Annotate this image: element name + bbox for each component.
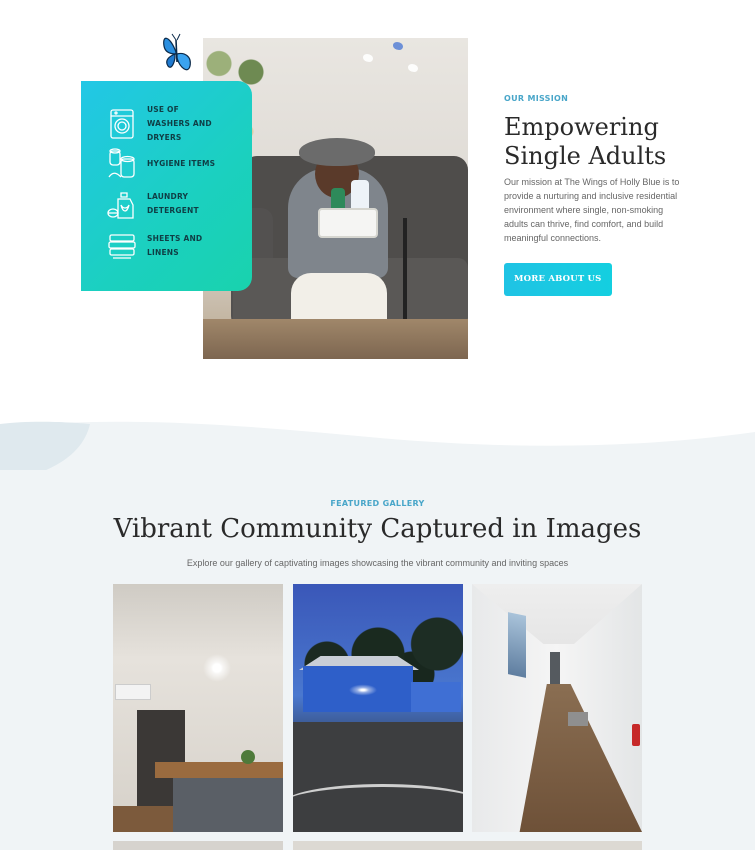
- amenity-label: LAUNDRY DETERGENT: [147, 192, 199, 215]
- gallery-image-room[interactable]: [113, 584, 283, 832]
- gallery-subtitle: Explore our gallery of captivating image…: [186, 558, 569, 568]
- detergent-bottle-icon: [107, 192, 134, 219]
- mission-eyebrow: OUR MISSION: [504, 94, 569, 103]
- amenities-card: USE OF WASHERS AND DRYERS HYGIENE ITEMS …: [81, 81, 252, 291]
- gallery-image-building[interactable]: [293, 584, 463, 832]
- gallery-eyebrow: FEATURED GALLERY: [330, 499, 425, 508]
- amenity-hygiene: HYGIENE ITEMS: [105, 147, 217, 181]
- butterfly-icon: [163, 33, 191, 71]
- wave-divider: [0, 410, 755, 470]
- gallery-section: FEATURED GALLERY Vibrant Community Captu…: [0, 410, 755, 850]
- gallery-image-row2-left[interactable]: [113, 841, 283, 850]
- amenity-linens: SHEETS AND LINENS: [105, 229, 217, 263]
- toilet-paper-icon: [108, 148, 135, 178]
- mission-heading: Empowering Single Adults: [504, 113, 694, 171]
- amenity-label: HYGIENE ITEMS: [147, 159, 216, 168]
- gallery-image-row2-wide[interactable]: [293, 841, 642, 850]
- mission-heading-line2: Single Adults: [504, 142, 667, 170]
- mission-description: Our mission at The Wings of Holly Blue i…: [504, 177, 680, 243]
- amenity-detergent: LAUNDRY DETERGENT: [105, 187, 217, 221]
- mission-text-block: OUR MISSION Empowering Single Adults Our…: [504, 94, 694, 296]
- amenity-label: USE OF WASHERS AND DRYERS: [147, 105, 212, 142]
- amenity-label: SHEETS AND LINENS: [147, 234, 203, 257]
- folded-linens-icon: [108, 234, 136, 259]
- more-about-us-button[interactable]: MORE ABOUT US: [504, 263, 612, 296]
- mission-heading-line1: Empowering: [504, 113, 659, 141]
- amenity-washers: USE OF WASHERS AND DRYERS: [105, 103, 217, 145]
- gallery-image-hallway[interactable]: [472, 584, 642, 832]
- mission-section: USE OF WASHERS AND DRYERS HYGIENE ITEMS …: [0, 0, 755, 410]
- washing-machine-icon: [110, 109, 134, 139]
- gallery-heading: Vibrant Community Captured in Images: [113, 514, 642, 544]
